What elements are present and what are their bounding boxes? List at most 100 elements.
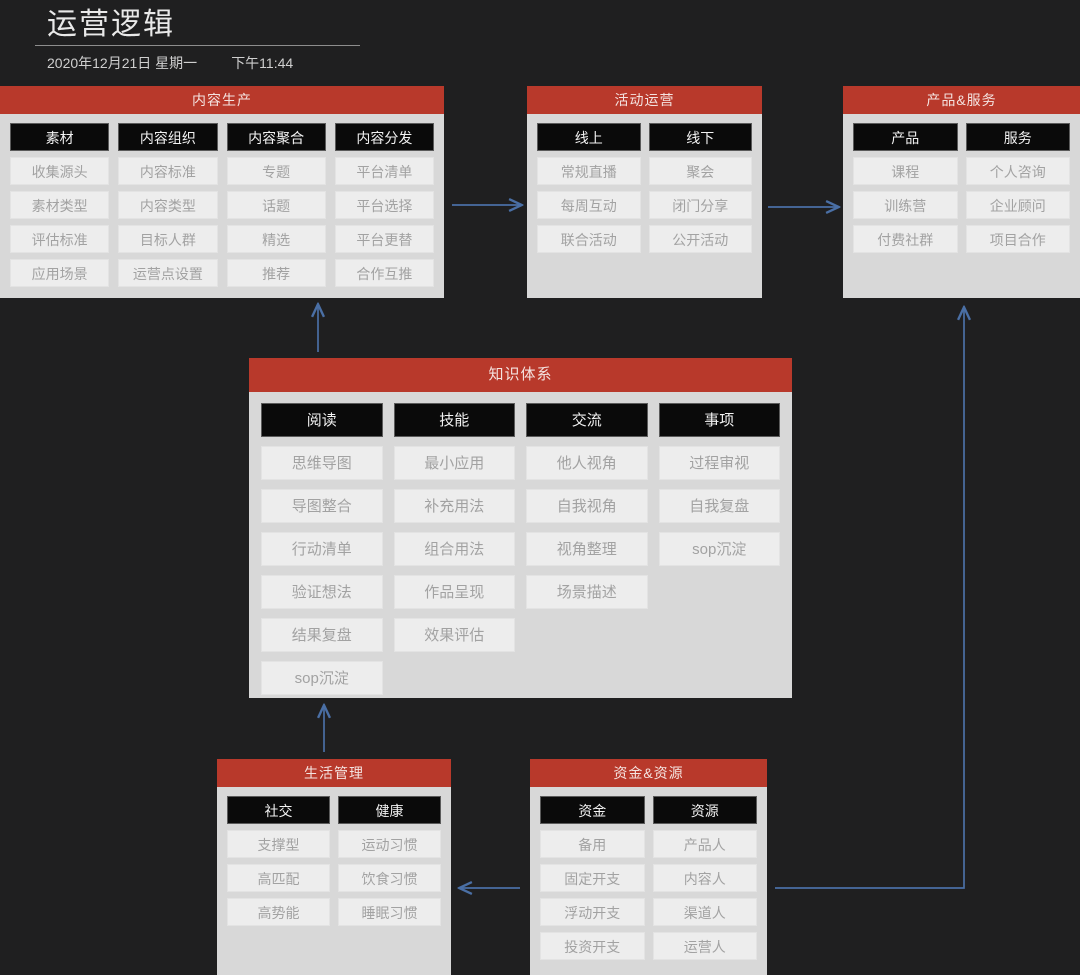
item-chip[interactable]: 效果评估 [393,618,515,652]
column-head-chip[interactable]: 资源 [652,796,757,824]
item-chip[interactable]: 内容人 [652,864,757,892]
column-product-service-1: 服务个人咨询企业顾问项目合作 [965,123,1070,253]
column-head-chip[interactable]: 资金 [540,796,645,824]
item-chip[interactable]: 训练营 [853,191,958,219]
item-chip[interactable]: 运营人 [652,932,757,960]
card-body-product-service: 产品 课程 训练营 付费社群 服务 个人咨询 企业顾问 项目合作 [843,114,1080,263]
item-chip[interactable]: 内容类型 [118,191,218,219]
item-chip[interactable]: 评估标准 [10,225,110,253]
item-chip[interactable]: 专题 [226,157,326,185]
column-head-chip[interactable]: 阅读 [261,403,383,437]
item-chip[interactable]: 高势能 [227,898,330,926]
item-chip[interactable]: 运营点设置 [118,259,218,287]
card-title-activity-operation: 活动运营 [527,86,762,114]
column-head-chip[interactable]: 技能 [393,403,515,437]
item-chip[interactable]: 导图整合 [261,489,383,523]
column-knowledge-system-0: 阅读思维导图导图整合行动清单验证想法结果复盘 sop沉淀 [261,403,383,695]
item-chip[interactable]: 合作互推 [334,259,434,287]
card-content-production[interactable]: 内容生产 素材 收集源头 素材类型 评估标准 应用场景 内容组织 内容标准 内容类型 目标人群 运营… [0,86,444,298]
column-head-chip[interactable]: 内容分发 [334,123,434,151]
item-chip[interactable]: 场景描述 [526,575,648,609]
item-chip[interactable]: 平台选择 [334,191,434,219]
card-funds-resources[interactable]: 资金&资源 资金 备用 固定开支 浮动开支 投资开支 资源 产品人 内容人 渠道人 运营人 [530,759,767,975]
item-chip[interactable]: 浮动开支 [540,898,645,926]
item-chip[interactable]: 组合用法 [393,532,515,566]
column-knowledge-system-1: 技能最小应用补充用法组合用法作品呈现效果评估 [393,403,515,652]
item-chip[interactable]: 作品呈现 [393,575,515,609]
card-title-funds-resources: 资金&资源 [530,759,767,787]
column-head-chip[interactable]: 内容组织 [118,123,218,151]
column-head-chip[interactable]: 素材 [10,123,110,151]
item-chip[interactable]: 平台清单 [334,157,434,185]
item-chip[interactable]: 常规直播 [537,157,641,185]
item-chip[interactable]: 结果复盘 [261,618,383,652]
column-head-chip[interactable]: 健康 [338,796,441,824]
item-chip[interactable]: 课程 [853,157,958,185]
item-chip[interactable]: 每周互动 [537,191,641,219]
item-chip[interactable]: 联合活动 [537,225,641,253]
arrow-funds-to-product [775,308,964,889]
card-body-life-management: 社交支撑型高匹配高势能 健康运动习惯饮食习惯睡眠习惯 [217,787,451,936]
item-chip[interactable]: 运动习惯 [338,830,441,858]
item-chip[interactable]: 目标人群 [118,225,218,253]
item-chip[interactable]: 素材类型 [10,191,110,219]
column-head-chip[interactable]: 线上 [537,123,641,151]
item-chip[interactable]: 渠道人 [652,898,757,926]
column-content-production-2: 内容聚合专题话题精选推荐 [226,123,326,287]
item-chip[interactable]: 产品人 [652,830,757,858]
item-chip[interactable]: 闭门分享 [648,191,752,219]
item-chip[interactable]: 聚会 [648,157,752,185]
item-chip[interactable]: 投资开支 [540,932,645,960]
item-chip[interactable]: 行动清单 [261,532,383,566]
column-knowledge-system-2: 交流他人视角自我视角视角整理场景描述 [526,403,648,609]
item-chip[interactable]: 公开活动 [648,225,752,253]
column-funds-resources-1: 资源产品人内容人渠道人运营人 [652,796,757,960]
item-chip[interactable]: 补充用法 [393,489,515,523]
item-chip[interactable]: 项目合作 [965,225,1070,253]
card-knowledge-system[interactable]: 知识体系 阅读 思维导图 导图整合 行动清单 验证想法 结果复盘 sop沉淀 技能 最小应用 补充用… [249,358,792,698]
item-chip[interactable]: 付费社群 [853,225,958,253]
item-chip[interactable]: 验证想法 [261,575,383,609]
column-head-chip[interactable]: 服务 [965,123,1070,151]
card-activity-operation[interactable]: 活动运营 线上 常规直播 每周互动 联合活动 线下 聚会 闭门分享 公开活动 [527,86,762,298]
item-chip[interactable]: 最小应用 [393,446,515,480]
item-chip[interactable]: 支撑型 [227,830,330,858]
column-head-chip[interactable]: 内容聚合 [226,123,326,151]
card-body-funds-resources: 资金 备用 固定开支 浮动开支 投资开支 资源 产品人 内容人 渠道人 运营人 [530,787,767,970]
diagram-canvas: 运营逻辑 2020年12月21日 星期一 下午11:44 内容生产 素材 收集源头素… [0,0,1080,975]
card-life-management[interactable]: 生活管理 社交 支撑型 高匹配 高势能 健康 运动习惯 饮食习惯 睡眠习惯 [217,759,451,975]
item-chip[interactable]: 企业顾问 [965,191,1070,219]
card-title-product-service: 产品&服务 [843,86,1080,114]
card-title-knowledge-system: 知识体系 [249,358,792,392]
column-head-chip[interactable]: 事项 [658,403,780,437]
item-chip[interactable]: 睡眠习惯 [338,898,441,926]
item-chip[interactable]: 精选 [226,225,326,253]
item-chip[interactable]: 固定开支 [540,864,645,892]
item-chip[interactable]: 收集源头 [10,157,110,185]
item-chip[interactable]: 自我视角 [526,489,648,523]
item-chip[interactable]: sop沉淀 [658,532,780,566]
item-chip[interactable]: 过程审视 [658,446,780,480]
item-chip[interactable]: 推荐 [226,259,326,287]
card-body-activity-operation: 线上 常规直播 每周互动 联合活动 线下 聚会 闭门分享 公开活动 [527,114,762,263]
item-chip[interactable]: 平台更替 [334,225,434,253]
item-chip[interactable]: 他人视角 [526,446,648,480]
item-chip[interactable]: 思维导图 [261,446,383,480]
item-chip[interactable]: 应用场景 [10,259,110,287]
column-activity-operation-1: 线下聚会闭门分享公开活动 [648,123,752,253]
item-chip[interactable]: 高匹配 [227,864,330,892]
card-product-service[interactable]: 产品&服务 产品 课程 训练营 付费社群 服务 个人咨询 企业顾问 项目合作 [843,86,1080,298]
item-chip[interactable]: 个人咨询 [965,157,1070,185]
column-head-chip[interactable]: 线下 [648,123,752,151]
column-head-chip[interactable]: 社交 [227,796,330,824]
column-head-chip[interactable]: 交流 [526,403,648,437]
item-chip[interactable]: 饮食习惯 [338,864,441,892]
item-chip[interactable]: 备用 [540,830,645,858]
item-chip[interactable]: sop沉淀 [261,661,383,695]
item-chip[interactable]: 视角整理 [526,532,648,566]
item-chip[interactable]: 内容标准 [118,157,218,185]
item-chip[interactable]: 话题 [226,191,326,219]
column-activity-operation-0: 线上常规直播每周互动联合活动 [537,123,641,253]
column-head-chip[interactable]: 产品 [853,123,958,151]
item-chip[interactable]: 自我复盘 [658,489,780,523]
